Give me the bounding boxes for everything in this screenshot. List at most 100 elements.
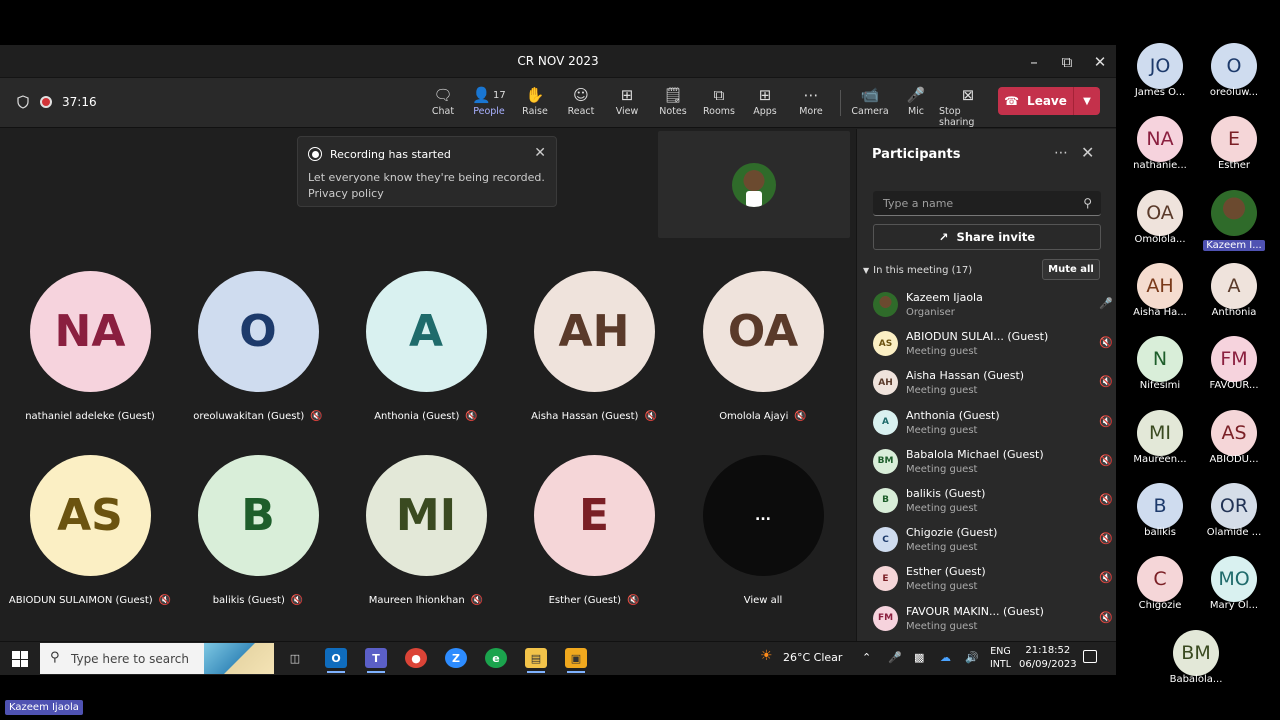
participant-row[interactable]: Kazeem Ijaola Organiser 🎤 xyxy=(872,289,1113,328)
mic-off-icon[interactable]: 🔇 xyxy=(1099,415,1113,428)
toolbar-mic-button[interactable]: 🎤 Mic xyxy=(893,84,939,128)
participant-tile[interactable]: OA Omolola Ajayi 🔇 xyxy=(679,271,847,422)
clock-date: 06/09/2023 xyxy=(1019,659,1077,670)
search-placeholder: Type a name xyxy=(883,197,954,210)
restore-icon[interactable]: ⧉ xyxy=(1054,51,1080,73)
taskbar-clock[interactable]: 21:18:52 06/09/2023 xyxy=(1019,644,1077,672)
more-options-icon[interactable]: ⋯ xyxy=(1054,145,1068,161)
participant-tile[interactable]: MI Maureen Ihionkhan 🔇 xyxy=(342,455,510,606)
mic-off-icon[interactable]: 🔇 xyxy=(1099,611,1113,624)
roster-participant[interactable]: MO Mary Ol... xyxy=(1196,556,1272,611)
participant-tile[interactable]: Ooreoluwakitan (Guest) 🔇 xyxy=(174,271,342,422)
mic-off-icon[interactable]: 🔇 xyxy=(1099,571,1113,584)
people-icon: 👤 17 xyxy=(472,86,506,104)
roster-participant[interactable]: JO James O... xyxy=(1122,43,1198,98)
onedrive-icon[interactable]: ☁ xyxy=(940,651,951,664)
toolbar-view-button[interactable]: ⊞ View xyxy=(604,84,650,128)
minimize-icon[interactable]: – xyxy=(1021,51,1047,73)
mute-all-button[interactable]: Mute all xyxy=(1042,259,1100,280)
zoom-icon[interactable]: Z xyxy=(445,648,467,668)
chrome-icon[interactable]: ● xyxy=(405,648,427,668)
toolbar-rooms-button[interactable]: ⧉ Rooms xyxy=(696,84,742,128)
participant-tile[interactable]: A Anthonia (Guest) 🔇 xyxy=(342,271,510,422)
participant-search-input[interactable]: Type a name ⚲ xyxy=(873,191,1101,216)
mic-off-icon[interactable]: 🔇 xyxy=(1099,375,1113,388)
privacy-policy-link[interactable]: Privacy policy xyxy=(308,186,546,202)
keyboard-layout: INTL xyxy=(990,659,1012,670)
participant-tile[interactable]: AS ABIODUN SULAIMON (Guest) 🔇 xyxy=(6,455,174,606)
participant-row[interactable]: Bbalikis (Guest) Meeting guest 🔇 xyxy=(872,485,1113,524)
participant-tile[interactable]: AH Aisha Hassan (Guest) 🔇 xyxy=(510,271,678,422)
toolbar-camera-button[interactable]: 📹 Camera xyxy=(847,84,893,128)
roster-participant[interactable]: OR Olamide ... xyxy=(1196,482,1272,538)
participant-row[interactable]: C Chigozie (Guest) Meeting guest 🔇 xyxy=(872,524,1113,563)
participant-row[interactable]: AS ABIODUN SULAI... (Guest) Meeting guest 🔇 xyxy=(872,328,1113,367)
participant-tile[interactable]: Bbalikis (Guest) 🔇 xyxy=(174,455,342,606)
mic-off-icon[interactable]: 🔇 xyxy=(1099,532,1113,545)
panel-close-icon[interactable]: ✕ xyxy=(1081,143,1094,162)
self-view-video[interactable] xyxy=(658,131,850,238)
roster-name: oreoluw... xyxy=(1209,87,1259,98)
roster-participant[interactable]: E Esther xyxy=(1196,116,1272,171)
weather-text[interactable]: 26°C Clear xyxy=(783,651,842,664)
toolbar-more-button[interactable]: ⋯ More xyxy=(788,84,834,128)
roster-participant[interactable]: MI Maureen... xyxy=(1122,409,1198,465)
file-explorer-icon[interactable]: ▤ xyxy=(525,648,547,673)
mic-off-icon[interactable]: 🔇 xyxy=(1099,454,1113,467)
edge-icon[interactable]: e xyxy=(485,648,507,668)
outlook-icon[interactable]: O xyxy=(325,648,347,673)
roster-participant[interactable]: AH Aisha Ha... xyxy=(1122,262,1198,318)
roster-participant[interactable]: BM Babalola... xyxy=(1158,630,1234,685)
toolbar-react-button[interactable]: ☺ React xyxy=(558,84,604,128)
show-hidden-icons-chevron-icon[interactable]: ⌃ xyxy=(862,651,871,664)
share-invite-button[interactable]: ↗ Share invite xyxy=(873,224,1101,250)
roster-name: Omolola... xyxy=(1134,233,1186,245)
in-meeting-section-toggle[interactable]: ▼ In this meeting (17) xyxy=(863,265,972,276)
roster-participant[interactable]: C Chigozie xyxy=(1122,556,1198,611)
toolbar-label: Chat xyxy=(431,106,455,117)
toast-close-icon[interactable]: ✕ xyxy=(534,145,546,161)
roster-participant[interactable]: AS ABIODU... xyxy=(1196,409,1272,465)
microphone-icon[interactable]: 🎤 xyxy=(888,651,902,664)
toolbar-people-button[interactable]: 👤 17 People xyxy=(466,84,512,136)
mic-on-icon[interactable]: 🎤 xyxy=(1099,297,1113,310)
roster-participant[interactable]: N Nifesimi xyxy=(1122,336,1198,391)
participant-row[interactable]: AH Aisha Hassan (Guest) Meeting guest 🔇 xyxy=(872,367,1113,406)
language-indicator[interactable]: ENG INTL xyxy=(990,645,1011,671)
participant-row[interactable]: BM Babalola Michael (Guest) Meeting guest 🔇 xyxy=(872,446,1113,485)
leave-dropdown-chevron-icon[interactable]: ▼ xyxy=(1074,96,1100,107)
participant-tile[interactable]: NA nathaniel adeleke (Guest) xyxy=(6,271,174,422)
roster-participant[interactable]: FM FAVOUR... xyxy=(1196,336,1272,391)
participant-row[interactable]: E Esther (Guest) Meeting guest 🔇 xyxy=(872,563,1113,602)
roster-participant[interactable]: Kazeem I... xyxy=(1196,189,1272,255)
gallery-roster: JO James O... Ooreoluw... NA nathanie... E Est… xyxy=(1116,0,1280,720)
roster-participant[interactable]: Bbalikis xyxy=(1122,482,1198,538)
roster-participant[interactable]: A Anthonia xyxy=(1196,262,1272,318)
roster-participant[interactable]: NA nathanie... xyxy=(1122,116,1198,171)
toolbar-notes-button[interactable]: 🗒 Notes xyxy=(650,84,696,128)
roster-participant[interactable]: Ooreoluw... xyxy=(1196,43,1272,98)
taskbar-search-input[interactable]: ⚲ Type here to search xyxy=(40,643,274,674)
participant-row[interactable]: A Anthonia (Guest) Meeting guest 🔇 xyxy=(872,407,1113,446)
mic-off-icon[interactable]: 🔇 xyxy=(1099,493,1113,506)
notification-icon[interactable] xyxy=(1083,650,1097,663)
close-icon[interactable]: ✕ xyxy=(1087,51,1113,73)
roster-participant[interactable]: OA Omolola... xyxy=(1122,189,1198,245)
app-icon[interactable]: ▣ xyxy=(565,648,587,673)
task-view-icon[interactable]: ◫ xyxy=(284,648,306,668)
toolbar-chat-button[interactable]: 🗨 Chat xyxy=(420,84,466,128)
toolbar-stop-sharing-button[interactable]: ⊠ Stop sharing xyxy=(939,84,997,128)
view-all-tile[interactable]: ... View all xyxy=(679,455,847,606)
language-code: ENG xyxy=(990,646,1011,657)
toolbar-raise-button[interactable]: ✋ Raise xyxy=(512,84,558,128)
leave-button[interactable]: ☎ Leave ▼ xyxy=(998,87,1100,115)
battery-icon[interactable]: ▩ xyxy=(914,651,924,664)
volume-icon[interactable]: 🔊 xyxy=(965,651,979,664)
windows-start-icon[interactable] xyxy=(12,651,28,667)
participant-tile[interactable]: E Esther (Guest) 🔇 xyxy=(510,455,678,606)
roster-avatar: C xyxy=(1137,556,1183,603)
mic-off-icon[interactable]: 🔇 xyxy=(1099,336,1113,349)
teams-icon[interactable]: T xyxy=(365,648,387,673)
participant-row[interactable]: FM FAVOUR MAKIN... (Guest) Meeting guest 🔇 xyxy=(872,603,1113,642)
toolbar-apps-button[interactable]: ⊞ Apps xyxy=(742,84,788,128)
